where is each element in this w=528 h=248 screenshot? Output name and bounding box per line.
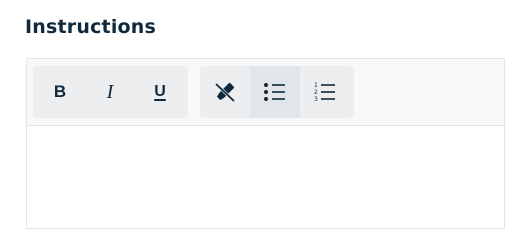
editor-content-area[interactable]: [27, 126, 504, 228]
rich-text-editor: B I U 1 2 3: [26, 58, 505, 229]
bold-button[interactable]: B: [35, 66, 85, 118]
italic-button[interactable]: I: [85, 66, 135, 118]
bold-label: B: [53, 82, 67, 101]
bullet-list-icon: [263, 81, 287, 103]
clear-formatting-button[interactable]: [200, 66, 250, 118]
bullet-list-button[interactable]: [250, 66, 300, 118]
underline-label: U: [154, 83, 166, 100]
italic-label: I: [106, 80, 114, 103]
numbered-list-button[interactable]: 1 2 3: [300, 66, 350, 118]
list-button-group: 1 2 3: [200, 66, 354, 118]
svg-text:3: 3: [314, 96, 318, 103]
editor-toolbar: B I U 1 2 3: [27, 59, 504, 126]
section-title: Instructions: [25, 16, 157, 38]
clear-formatting-icon: [212, 79, 238, 105]
underline-button[interactable]: U: [135, 66, 185, 118]
numbered-list-icon: 1 2 3: [313, 81, 337, 103]
svg-text:2: 2: [314, 89, 318, 96]
svg-text:1: 1: [314, 82, 318, 89]
format-button-group: B I U: [33, 66, 188, 118]
